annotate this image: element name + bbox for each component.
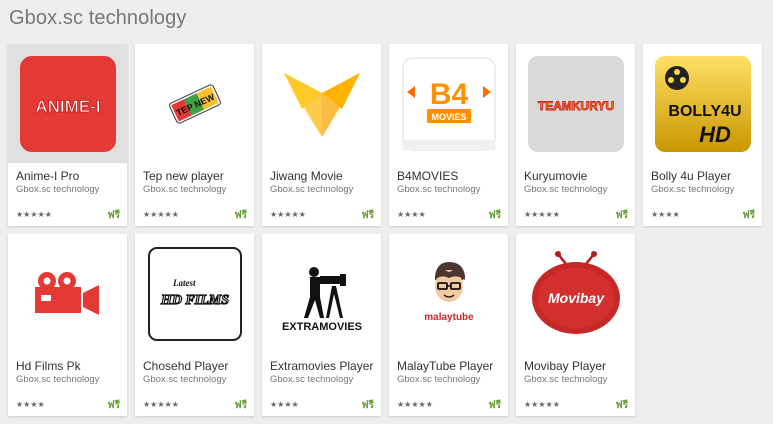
rating-stars: ★★★★★ bbox=[143, 400, 179, 409]
app-card[interactable]: TEAMKURYU Kuryumovie Gbox.sc technology … bbox=[516, 44, 635, 226]
malaytube-icon[interactable]: malaytube bbox=[389, 234, 508, 353]
developer-name[interactable]: Gbox.sc technology bbox=[143, 184, 251, 195]
price-badge: ฟรี bbox=[234, 210, 247, 221]
page-title: Gbox.sc technology bbox=[9, 7, 187, 29]
developer-name[interactable]: Gbox.sc technology bbox=[270, 374, 378, 385]
developer-name[interactable]: Gbox.sc technology bbox=[143, 374, 251, 385]
price-badge: ฟรี bbox=[361, 400, 374, 411]
app-name[interactable]: Hd Films Pk bbox=[16, 359, 124, 373]
hd-films-logo-text: HD FILMS bbox=[159, 293, 228, 308]
app-name[interactable]: Kuryumovie bbox=[524, 169, 632, 183]
bolly4u-icon[interactable]: BOLLY4U HD bbox=[643, 44, 762, 163]
anime-i-logo-text: ANIME-I bbox=[35, 97, 100, 116]
price-badge: ฟรี bbox=[615, 210, 628, 221]
price-badge: ฟรี bbox=[488, 400, 501, 411]
developer-name[interactable]: Gbox.sc technology bbox=[397, 184, 505, 195]
tep-new-icon[interactable]: TEP NEW bbox=[135, 44, 254, 163]
hd-logo-text: HD bbox=[699, 122, 731, 147]
app-name[interactable]: Movibay Player bbox=[524, 359, 632, 373]
malaytube-logo-text: malaytube bbox=[424, 312, 474, 323]
latest-logo-text: Latest bbox=[172, 278, 196, 288]
rating-stars: ★★★★★ bbox=[397, 400, 433, 409]
rating-stars: ★★★★★ bbox=[270, 210, 306, 219]
rating-stars: ★★★★★ bbox=[524, 210, 560, 219]
app-card[interactable]: Latest HD FILMS Chosehd Player Gbox.sc t… bbox=[135, 234, 254, 416]
app-card[interactable]: BOLLY4U HD Bolly 4u Player Gbox.sc techn… bbox=[643, 44, 762, 226]
app-name[interactable]: Anime-I Pro bbox=[16, 169, 124, 183]
app-card[interactable]: EXTRAMOVIES Extramovies Player Gbox.sc t… bbox=[262, 234, 381, 416]
developer-name[interactable]: Gbox.sc technology bbox=[524, 184, 632, 195]
app-card[interactable]: ANIME-I Anime-I Pro Gbox.sc technology ★… bbox=[8, 44, 127, 226]
app-name[interactable]: B4MOVIES bbox=[397, 169, 505, 183]
movies-logo-text: MOVIES bbox=[431, 112, 466, 122]
b4movies-icon[interactable]: B4 MOVIES bbox=[389, 44, 508, 163]
app-card[interactable]: Movibay Movibay Player Gbox.sc technolog… bbox=[516, 234, 635, 416]
bolly4u-logo-text: BOLLY4U bbox=[668, 103, 741, 120]
app-name[interactable]: Chosehd Player bbox=[143, 359, 251, 373]
rating-stars: ★★★★★ bbox=[16, 210, 52, 219]
rating-stars: ★★★★ bbox=[397, 210, 426, 219]
price-badge: ฟรี bbox=[107, 210, 120, 221]
b4-logo-text: B4 bbox=[429, 78, 468, 111]
price-badge: ฟรี bbox=[107, 400, 120, 411]
hd-films-icon[interactable]: Latest HD FILMS bbox=[135, 234, 254, 353]
app-name[interactable]: Bolly 4u Player bbox=[651, 169, 759, 183]
extramovies-icon[interactable]: EXTRAMOVIES bbox=[262, 234, 381, 353]
rating-stars: ★★★★ bbox=[270, 400, 299, 409]
movibay-logo-text: Movibay bbox=[547, 290, 604, 306]
anime-i-icon[interactable]: ANIME-I bbox=[8, 44, 127, 163]
rating-stars: ★★★★★ bbox=[524, 400, 560, 409]
video-camera-icon[interactable] bbox=[8, 234, 127, 353]
rating-stars: ★★★★ bbox=[16, 400, 45, 409]
developer-name[interactable]: Gbox.sc technology bbox=[270, 184, 378, 195]
app-name[interactable]: Tep new player bbox=[143, 169, 251, 183]
kuryumovie-icon[interactable]: TEAMKURYU bbox=[516, 44, 635, 163]
rating-stars: ★★★★ bbox=[651, 210, 680, 219]
app-card[interactable]: B4 MOVIES B4MOVIES Gbox.sc technology ★★… bbox=[389, 44, 508, 226]
developer-name[interactable]: Gbox.sc technology bbox=[651, 184, 759, 195]
developer-name[interactable]: Gbox.sc technology bbox=[397, 374, 505, 385]
app-card[interactable]: TEP NEW Tep new player Gbox.sc technolog… bbox=[135, 44, 254, 226]
kuryumovie-logo-text: TEAMKURYU bbox=[537, 99, 613, 113]
developer-name[interactable]: Gbox.sc technology bbox=[524, 374, 632, 385]
developer-name[interactable]: Gbox.sc technology bbox=[16, 184, 124, 195]
app-name[interactable]: Jiwang Movie bbox=[270, 169, 378, 183]
movibay-icon[interactable]: Movibay bbox=[516, 234, 635, 353]
developer-name[interactable]: Gbox.sc technology bbox=[16, 374, 124, 385]
price-badge: ฟรี bbox=[615, 400, 628, 411]
rating-stars: ★★★★★ bbox=[143, 210, 179, 219]
price-badge: ฟรี bbox=[742, 210, 755, 221]
price-badge: ฟรี bbox=[488, 210, 501, 221]
extramovies-logo-text: EXTRAMOVIES bbox=[281, 321, 361, 333]
app-card[interactable]: Jiwang Movie Gbox.sc technology ★★★★★ ฟร… bbox=[262, 44, 381, 226]
app-card[interactable]: Hd Films Pk Gbox.sc technology ★★★★ ฟรี bbox=[8, 234, 127, 416]
app-card[interactable]: malaytube MalayTube Player Gbox.sc techn… bbox=[389, 234, 508, 416]
app-name[interactable]: Extramovies Player bbox=[270, 359, 378, 373]
app-name[interactable]: MalayTube Player bbox=[397, 359, 505, 373]
price-badge: ฟรี bbox=[361, 210, 374, 221]
price-badge: ฟรี bbox=[234, 400, 247, 411]
jiwang-fox-icon[interactable] bbox=[262, 44, 381, 163]
